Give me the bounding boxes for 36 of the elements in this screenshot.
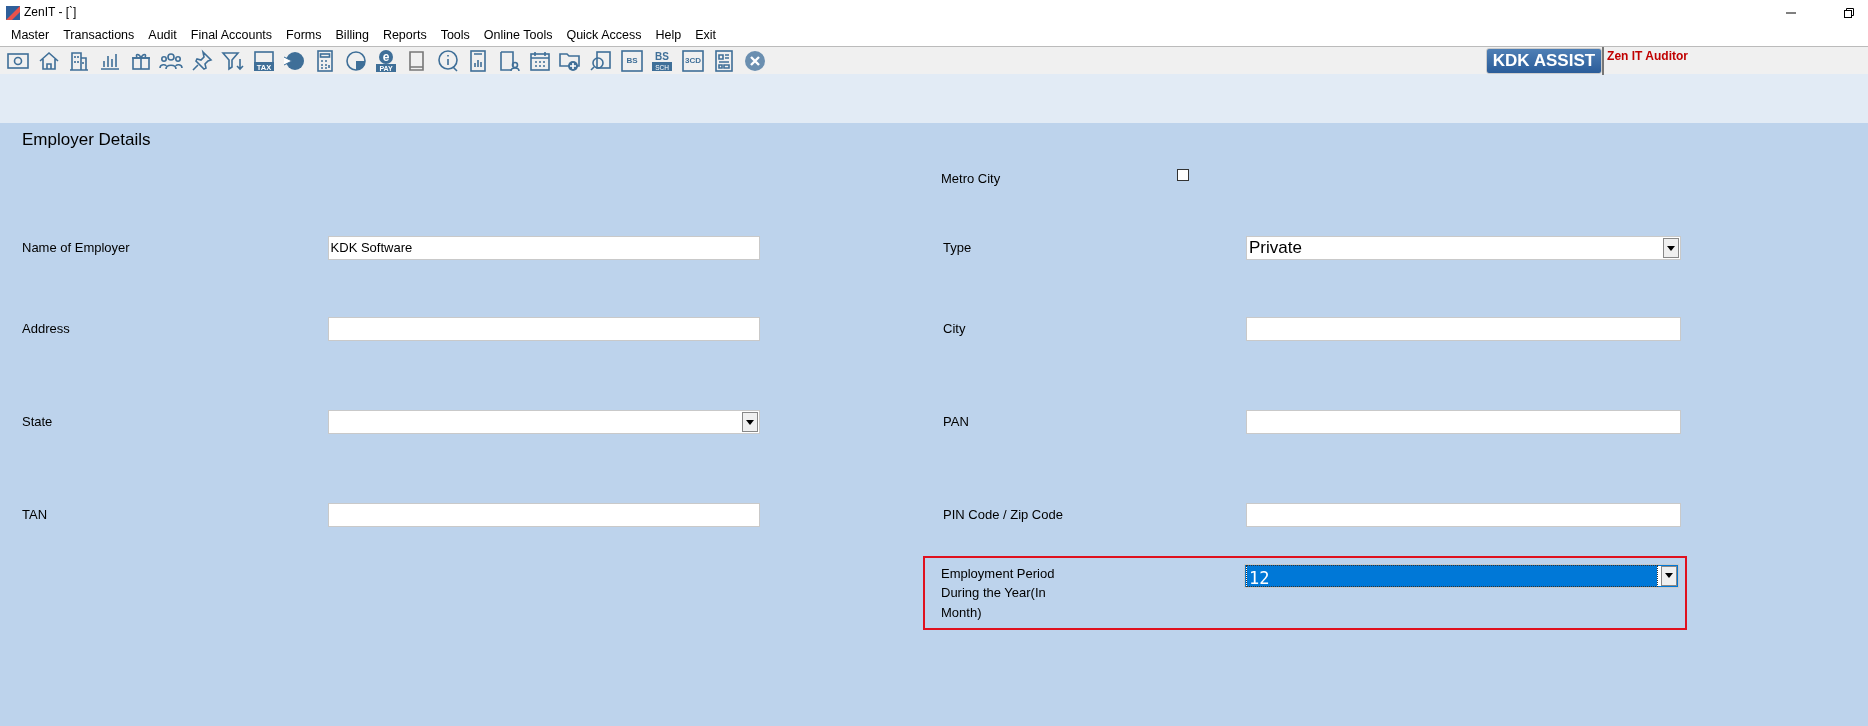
field-label: Address [22,320,71,339]
menu-item[interactable]: Help [648,25,689,45]
menu-item[interactable]: Quick Access [559,25,649,45]
menu-item[interactable]: Billing [328,25,376,45]
dropdown-field[interactable]: Private [1246,236,1681,260]
input-field[interactable] [1246,317,1681,341]
menu-item[interactable]: Online Tools [476,25,560,45]
menu-item[interactable]: Audit [141,25,184,45]
field-label: PAN [943,413,970,432]
dropdown-field[interactable] [327,410,760,434]
input-field[interactable] [327,317,760,341]
dropdown-field[interactable]: 12 [1244,563,1679,588]
menu-item[interactable]: Forms [279,25,329,45]
field-label: City [943,320,967,339]
menu-item[interactable]: Transactions [56,25,142,45]
menu-item[interactable]: Tools [433,25,477,45]
input-field[interactable] [327,503,760,527]
field-label: State [22,413,54,432]
input-field[interactable]: KDK Software [327,236,760,260]
app-logo-icon [6,3,20,21]
field-label: Type [943,239,973,258]
input-field[interactable] [1246,503,1681,527]
kdk-assist-button[interactable]: KDK ASSIST [1485,47,1603,74]
menu-item[interactable]: Final Accounts [183,25,280,45]
field-label: PIN Code / Zip Code [943,506,1064,525]
field-label: Employment Period During the Year(In Month) [941,564,1056,622]
checkbox-label: Metro City [941,170,1002,188]
menu-item[interactable]: Reports [375,25,434,45]
field-label: TAN [22,506,49,525]
menu-item[interactable]: Exit [688,25,723,45]
checkbox[interactable] [1177,169,1189,181]
field-label: Name of Employer [22,239,131,258]
window-title: ZenIT - [`] [24,4,77,21]
input-field[interactable] [1246,410,1681,434]
section-title: Employer Details [22,129,152,151]
menu-item[interactable]: Master [4,25,57,45]
